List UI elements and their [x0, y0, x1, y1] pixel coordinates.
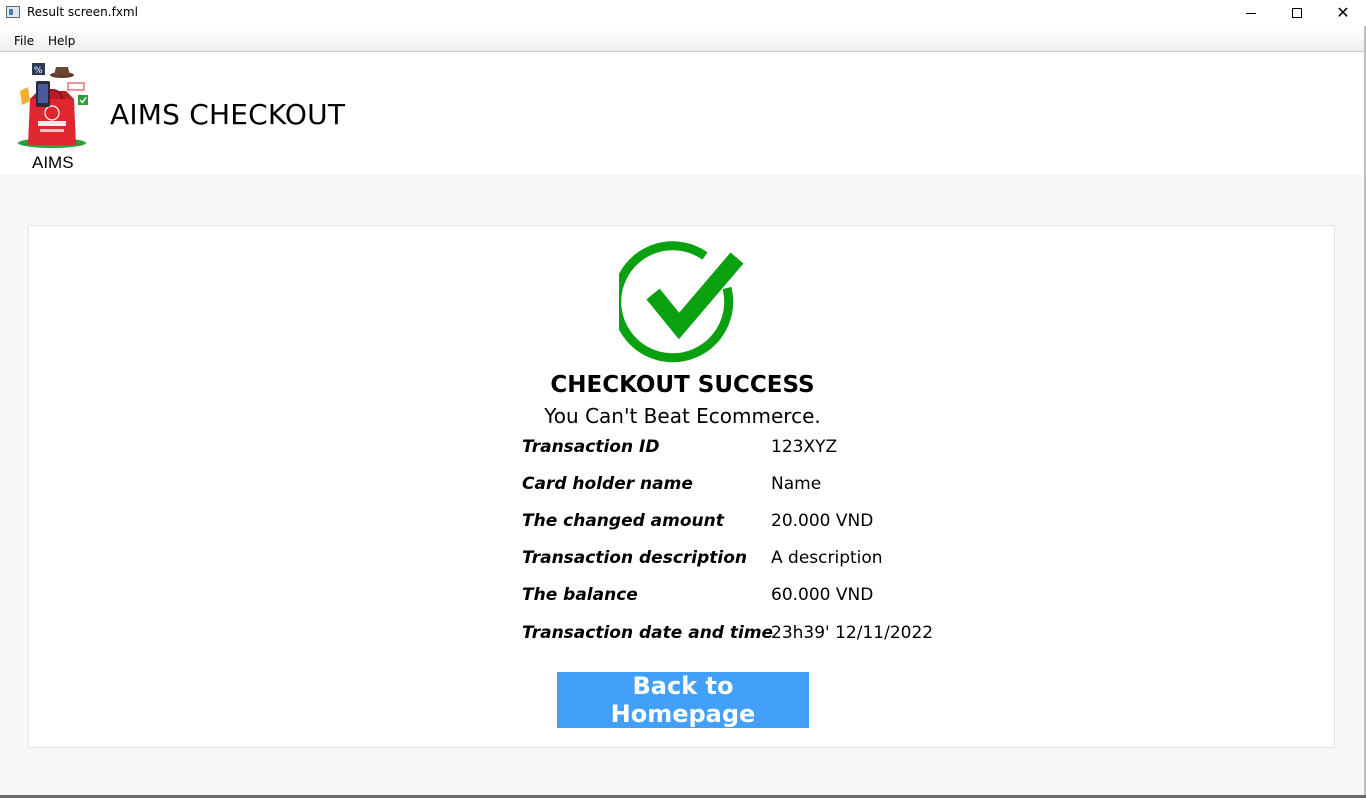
- menu-help[interactable]: Help: [48, 34, 75, 48]
- title-bar[interactable]: Result screen.fxml ✕: [0, 0, 1366, 26]
- detail-label: The changed amount: [522, 511, 724, 531]
- minimize-button[interactable]: [1228, 0, 1274, 26]
- menu-bar: File Help: [0, 30, 1366, 52]
- detail-value: A description: [771, 548, 883, 568]
- svg-text:%: %: [34, 66, 43, 76]
- check-circle-icon: [619, 241, 744, 363]
- online-shopping-logo-icon: %: [18, 63, 88, 148]
- menu-file[interactable]: File: [14, 34, 34, 48]
- back-to-homepage-button[interactable]: Back to Homepage: [557, 672, 809, 728]
- success-title: CHECKOUT SUCCESS: [550, 372, 815, 398]
- content-area: CHECKOUT SUCCESS You Can't Beat Ecommerc…: [0, 175, 1366, 798]
- minimize-icon: [1246, 12, 1256, 14]
- window-title: Result screen.fxml: [27, 5, 138, 19]
- result-card: CHECKOUT SUCCESS You Can't Beat Ecommerc…: [28, 225, 1335, 748]
- detail-label: Transaction ID: [522, 437, 660, 457]
- detail-value: 60.000 VND: [771, 585, 874, 605]
- detail-row-transaction-id: Transaction ID 123XYZ: [522, 437, 1042, 461]
- app-header: % AIMS AIMS CHECKOUT: [0, 53, 1366, 175]
- detail-row-card-holder: Card holder name Name: [522, 474, 1042, 498]
- detail-row-balance: The balance 60.000 VND: [522, 585, 1042, 609]
- detail-label: Card holder name: [522, 474, 693, 494]
- page-title: AIMS CHECKOUT: [110, 98, 346, 131]
- detail-label: The balance: [522, 585, 638, 605]
- close-icon: ✕: [1336, 3, 1350, 22]
- app-window-icon: [6, 6, 20, 18]
- close-button[interactable]: ✕: [1320, 0, 1366, 26]
- maximize-button[interactable]: [1274, 0, 1320, 26]
- detail-value: 20.000 VND: [771, 511, 874, 531]
- detail-label: Transaction date and time: [522, 623, 774, 643]
- detail-value: Name: [771, 474, 822, 494]
- detail-value: 123XYZ: [771, 437, 838, 457]
- detail-value: 23h39' 12/11/2022: [771, 623, 934, 643]
- logo-caption: AIMS: [32, 153, 74, 172]
- detail-label: Transaction description: [522, 548, 748, 568]
- application-window: Result screen.fxml ✕ File Help % AIMS AI…: [0, 0, 1366, 798]
- detail-row-description: Transaction description A description: [522, 548, 1042, 572]
- success-subtitle: You Can't Beat Ecommerce.: [544, 404, 821, 428]
- detail-row-datetime: Transaction date and time 23h39' 12/11/2…: [522, 623, 1042, 647]
- detail-row-changed-amount: The changed amount 20.000 VND: [522, 511, 1042, 535]
- maximize-icon: [1292, 8, 1302, 18]
